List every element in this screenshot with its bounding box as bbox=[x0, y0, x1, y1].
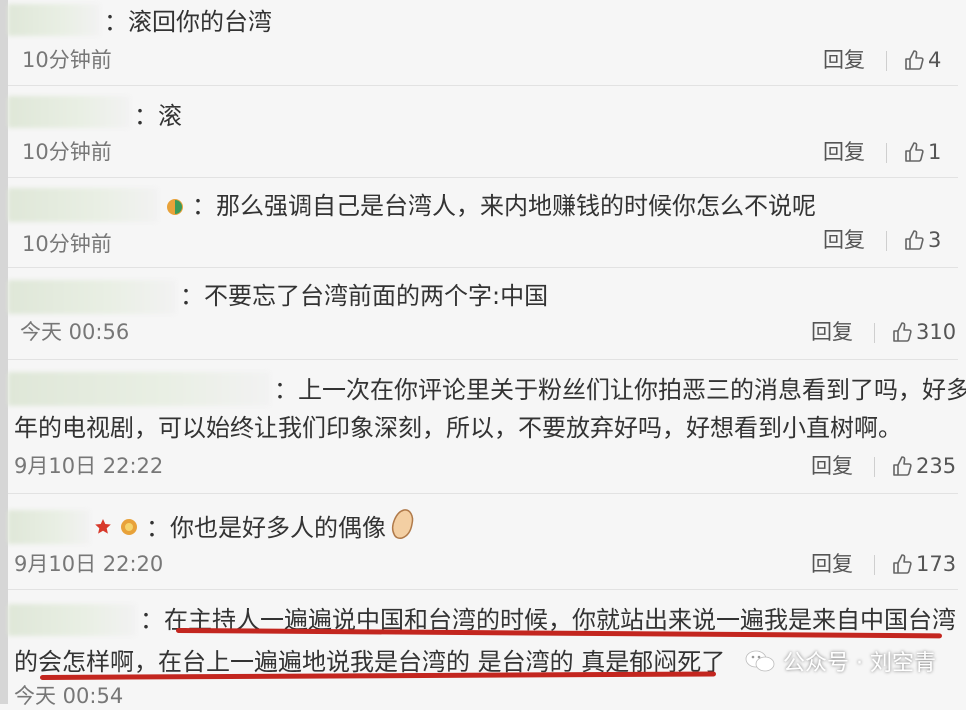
badge-icon bbox=[121, 519, 137, 535]
comment-time: 10分钟前 bbox=[22, 140, 112, 164]
reply-button[interactable]: 回复 bbox=[823, 138, 865, 166]
thumbs-up-icon bbox=[905, 50, 924, 70]
comment-item: ：滚 10分钟前 回复 1 bbox=[0, 86, 966, 178]
like-button[interactable]: 3 bbox=[904, 226, 941, 254]
like-count: 3 bbox=[928, 228, 942, 252]
reply-button[interactable]: 回复 bbox=[823, 46, 865, 74]
like-button[interactable]: 173 bbox=[892, 550, 956, 578]
like-count: 173 bbox=[916, 552, 957, 576]
divider bbox=[874, 457, 875, 477]
thumbs-up-icon bbox=[905, 230, 924, 250]
comment-time: 9月10日 22:20 bbox=[14, 552, 164, 576]
comment-text: ：上一次在你评论里关于粉丝们让你拍恶三的消息看到了吗，好多 bbox=[274, 376, 966, 404]
blurred-username bbox=[8, 280, 176, 314]
blurred-username bbox=[8, 96, 130, 128]
like-button[interactable]: 4 bbox=[904, 46, 941, 74]
like-count: 235 bbox=[916, 454, 957, 478]
wechat-icon bbox=[745, 650, 775, 672]
reply-button[interactable]: 回复 bbox=[823, 226, 865, 254]
divider bbox=[874, 555, 875, 575]
thumbs-up-icon bbox=[893, 456, 912, 476]
divider bbox=[886, 143, 887, 163]
comment-feed: ：滚回你的台湾 10分钟前 回复 4 ：滚 10分钟前 回复 1 ：那么强调自己… bbox=[0, 0, 966, 708]
blurred-username bbox=[8, 510, 90, 544]
comment-time: 今天 00:56 bbox=[20, 320, 130, 344]
comment-item: ：那么强调自己是台湾人，来内地赚钱的时候你怎么不说呢 10分钟前 回复 3 bbox=[0, 178, 966, 268]
comment-item: ：你也是好多人的偶像 9月10日 22:20 回复 173 bbox=[0, 494, 966, 590]
reply-button[interactable]: 回复 bbox=[811, 550, 853, 578]
comment-item: ：不要忘了台湾前面的两个字:中国 今天 00:56 回复 310 bbox=[0, 268, 966, 360]
like-count: 310 bbox=[916, 320, 957, 344]
watermark: 公众号 · 刘空青 bbox=[745, 645, 936, 677]
comment-time: 10分钟前 bbox=[22, 232, 112, 256]
blurred-username bbox=[8, 604, 136, 636]
comment-item: ：上一次在你评论里关于粉丝们让你拍恶三的消息看到了吗，好多 年的电视剧，可以始终… bbox=[0, 360, 966, 494]
comment-text: ：滚回你的台湾 bbox=[104, 8, 272, 36]
comment-time: 9月10日 22:22 bbox=[14, 454, 164, 478]
comment-item: ：滚回你的台湾 10分钟前 回复 4 bbox=[0, 0, 966, 86]
thumbs-up-icon bbox=[893, 554, 912, 574]
divider bbox=[886, 231, 887, 251]
comment-text: ：那么强调自己是台湾人，来内地赚钱的时候你怎么不说呢 bbox=[192, 192, 816, 220]
comment-text-line2: 年的电视剧，可以始终让我们印象深刻，所以，不要放弃好吗，好想看到小直树啊。 bbox=[14, 414, 902, 442]
comment-time: 今天 00:54 bbox=[14, 684, 124, 708]
reply-button[interactable]: 回复 bbox=[811, 452, 853, 480]
comment-text: ：滚 bbox=[134, 102, 182, 130]
thumbs-up-icon bbox=[893, 322, 912, 342]
comment-time: 10分钟前 bbox=[22, 48, 112, 72]
watermark-text: 公众号 · 刘空青 bbox=[783, 651, 936, 676]
like-button[interactable]: 310 bbox=[892, 318, 956, 346]
blurred-username bbox=[8, 4, 100, 36]
emoji-icon bbox=[392, 509, 414, 539]
badge-icon bbox=[167, 199, 183, 215]
blurred-username bbox=[8, 372, 270, 406]
like-button[interactable]: 235 bbox=[892, 452, 956, 480]
like-count: 1 bbox=[928, 140, 942, 164]
divider bbox=[886, 51, 887, 71]
like-count: 4 bbox=[928, 48, 942, 72]
comment-text: ：不要忘了台湾前面的两个字:中国 bbox=[180, 282, 549, 310]
reply-button[interactable]: 回复 bbox=[811, 318, 853, 346]
star-badge-icon bbox=[95, 519, 111, 534]
divider bbox=[874, 323, 875, 343]
blurred-username bbox=[8, 188, 158, 222]
like-button[interactable]: 1 bbox=[904, 138, 941, 166]
thumbs-up-icon bbox=[905, 142, 924, 162]
comment-text: ：你也是好多人的偶像 bbox=[146, 514, 386, 542]
